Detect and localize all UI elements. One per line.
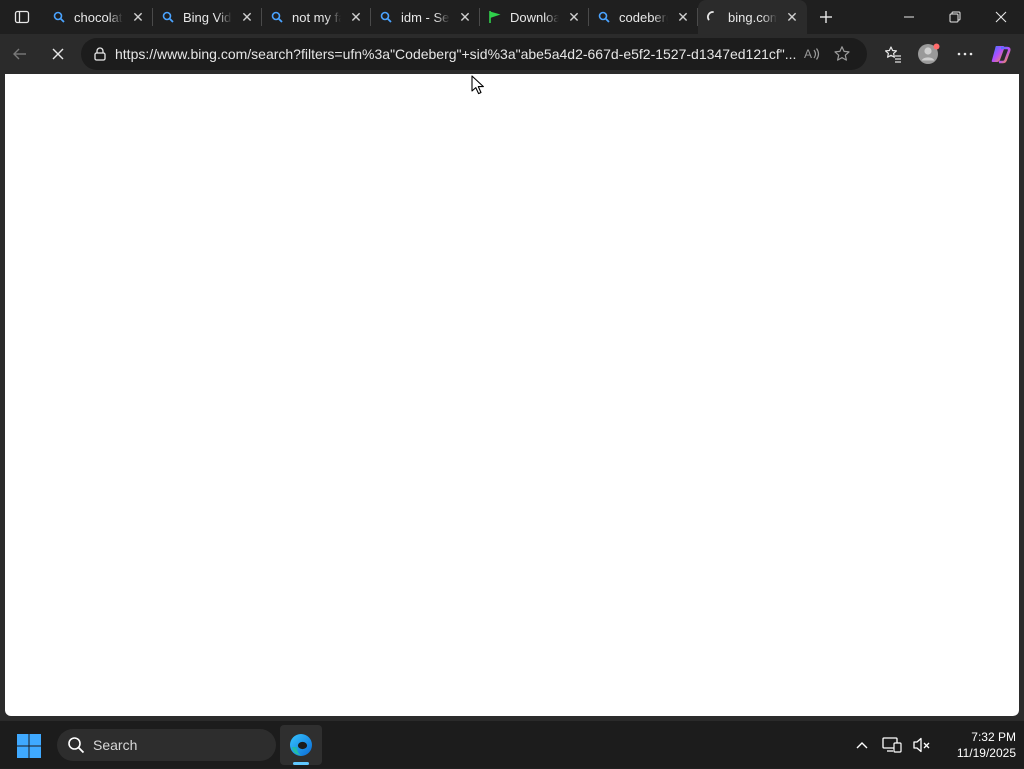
search-icon — [597, 10, 611, 24]
system-tray — [848, 721, 938, 769]
minimize-icon — [904, 16, 914, 18]
mouse-cursor-icon — [471, 75, 484, 95]
green-flag-icon — [488, 10, 502, 24]
restore-button[interactable] — [932, 0, 978, 34]
taskbar-edge-button[interactable] — [280, 725, 322, 765]
tab-strip: chocolate ✕ Bing Videos ✕ not my fault ✕… — [44, 0, 807, 34]
favorites-icon — [885, 46, 901, 63]
back-arrow-icon — [13, 48, 26, 60]
clock-time: 7:32 PM — [971, 730, 1016, 744]
tab-title: chocolate — [74, 9, 123, 25]
taskbar-search[interactable]: Search — [57, 729, 276, 761]
tab-actions-button[interactable] — [0, 0, 44, 34]
window-controls — [886, 0, 1024, 34]
minimize-button[interactable] — [886, 0, 932, 34]
tab[interactable]: idm - Search ✕ — [371, 0, 480, 34]
search-icon — [161, 10, 175, 24]
show-hidden-icons-button[interactable] — [848, 731, 876, 759]
address-bar[interactable]: https://www.bing.com/search?filters=ufn%… — [81, 38, 867, 70]
search-icon — [270, 10, 284, 24]
close-icon[interactable]: ✕ — [458, 9, 472, 25]
tab-title: idm - Search — [401, 9, 450, 25]
tab-title: Bing Videos — [183, 9, 232, 25]
close-icon[interactable]: ✕ — [131, 9, 145, 25]
close-icon[interactable]: ✕ — [349, 9, 363, 25]
copilot-icon — [991, 46, 1011, 64]
tab-title: not my fault — [292, 9, 341, 25]
windows-logo-icon — [17, 734, 41, 758]
clock-date: 11/19/2025 — [956, 746, 1016, 760]
ellipsis-icon — [957, 52, 973, 56]
tab[interactable]: chocolate ✕ — [44, 0, 153, 34]
avatar-icon — [918, 43, 940, 64]
chevron-up-icon — [856, 742, 868, 749]
search-label: Search — [93, 737, 138, 753]
close-window-button[interactable] — [978, 0, 1024, 34]
copilot-button[interactable] — [983, 38, 1019, 70]
svg-text:A: A — [804, 47, 812, 61]
toolbar-right — [875, 38, 1019, 70]
new-tab-button[interactable] — [809, 0, 843, 34]
page-viewport-frame — [0, 74, 1024, 720]
close-icon[interactable]: ✕ — [676, 9, 690, 25]
title-bar: chocolate ✕ Bing Videos ✕ not my fault ✕… — [0, 0, 1024, 34]
stop-loading-button[interactable] — [40, 38, 76, 70]
favorite-star-icon[interactable] — [827, 40, 857, 68]
restore-icon — [949, 11, 961, 23]
tab-active[interactable]: bing.com ✕ — [698, 0, 807, 34]
read-aloud-icon[interactable]: A — [797, 40, 827, 68]
favorites-button[interactable] — [875, 38, 911, 70]
taskbar: Search 7:32 PM 11/19/2025 — [0, 720, 1024, 768]
close-icon[interactable]: ✕ — [567, 9, 581, 25]
monitor-icon — [882, 737, 902, 753]
stop-icon — [52, 48, 64, 60]
back-button[interactable] — [2, 38, 38, 70]
tab[interactable]: Bing Videos ✕ — [153, 0, 262, 34]
tab-title: bing.com — [728, 9, 777, 25]
tab[interactable]: codeberg ✕ — [589, 0, 698, 34]
browser-toolbar: https://www.bing.com/search?filters=ufn%… — [0, 34, 1024, 74]
start-button[interactable] — [16, 733, 44, 761]
display-tray-button[interactable] — [878, 731, 906, 759]
tab-actions-icon — [14, 10, 30, 24]
edge-icon — [290, 734, 312, 756]
volume-muted-icon — [913, 737, 930, 753]
active-app-indicator — [293, 762, 309, 765]
loading-spinner-icon — [706, 10, 720, 24]
tab[interactable]: not my fault ✕ — [262, 0, 371, 34]
profile-button[interactable] — [911, 38, 947, 70]
page-content[interactable] — [5, 74, 1019, 716]
tab-title: codeberg — [619, 9, 668, 25]
site-info-icon[interactable] — [89, 43, 111, 65]
tab[interactable]: Download ✕ — [480, 0, 589, 34]
close-icon[interactable]: ✕ — [785, 9, 799, 25]
url-text[interactable]: https://www.bing.com/search?filters=ufn%… — [115, 46, 797, 62]
plus-icon — [820, 11, 832, 23]
close-icon[interactable]: ✕ — [240, 9, 254, 25]
search-icon — [379, 10, 393, 24]
search-icon — [52, 10, 66, 24]
taskbar-clock[interactable]: 7:32 PM 11/19/2025 — [932, 729, 1016, 761]
more-options-button[interactable] — [947, 38, 983, 70]
close-icon — [995, 11, 1007, 23]
search-icon — [68, 737, 85, 754]
tab-title: Download — [510, 9, 559, 25]
